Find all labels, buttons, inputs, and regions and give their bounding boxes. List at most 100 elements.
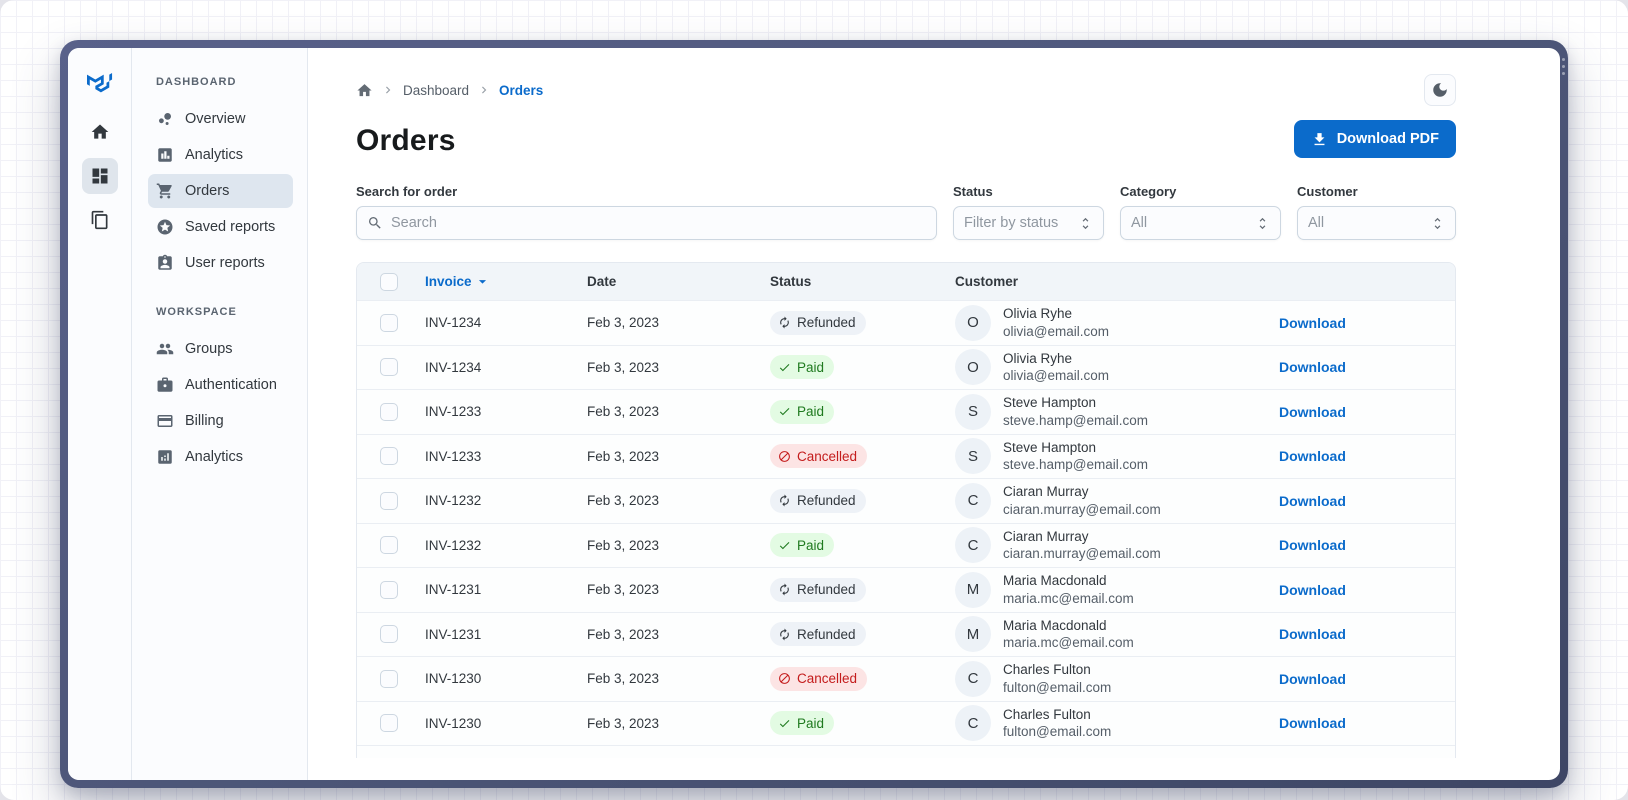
row-menu-button[interactable] — [1370, 489, 1394, 513]
download-pdf-button[interactable]: Download PDF — [1293, 120, 1456, 158]
search-input-box[interactable] — [356, 206, 937, 240]
theme-toggle-button[interactable] — [1424, 74, 1456, 106]
rail-button-dashboard-grid[interactable] — [81, 158, 118, 194]
sidebar-item-label: User reports — [185, 255, 265, 271]
bar-chart-icon — [156, 146, 174, 164]
sidebar-item-analytics[interactable]: Analytics — [148, 138, 293, 172]
row-checkbox[interactable] — [380, 447, 398, 466]
download-link[interactable]: Download — [1279, 404, 1346, 420]
window-scrollbar-dots[interactable] — [1562, 58, 1565, 75]
sidebar-item-billing[interactable]: Billing — [148, 404, 293, 438]
customer-email: steve.hamp@email.com — [1003, 412, 1149, 428]
status-chip-cancelled: Cancelled — [770, 444, 868, 469]
row-checkbox[interactable] — [380, 536, 398, 555]
sidebar-item-authentication[interactable]: Authentication — [148, 368, 293, 402]
date-cell: Feb 3, 2023 — [587, 448, 660, 464]
row-checkbox[interactable] — [380, 491, 398, 510]
table-row: INV-1231 Feb 3, 2023 Refunded M Maria Ma… — [357, 611, 1455, 656]
customer-name: Ciaran Murray — [1003, 528, 1089, 544]
unfold-chevrons-icon — [1078, 216, 1093, 231]
download-link[interactable]: Download — [1279, 715, 1346, 731]
select-all-checkbox[interactable] — [380, 272, 398, 291]
customer-email: steve.hamp@email.com — [1003, 457, 1149, 473]
row-menu-button[interactable] — [1370, 444, 1394, 468]
customer-filter-group: Customer All — [1297, 184, 1456, 240]
home-icon[interactable] — [356, 82, 373, 99]
status-chip-refunded: Refunded — [770, 577, 866, 602]
row-menu-button[interactable] — [1370, 311, 1394, 335]
breadcrumb-orders[interactable]: Orders — [499, 83, 543, 98]
column-header-status: Status — [770, 274, 812, 289]
search-label: Search for order — [356, 184, 458, 199]
row-menu-button[interactable] — [1370, 578, 1394, 602]
download-link[interactable]: Download — [1279, 626, 1346, 642]
sidebar-item-saved-reports[interactable]: Saved reports — [148, 210, 293, 244]
sidebar-section-label: DASHBOARD — [156, 76, 237, 88]
download-link[interactable]: Download — [1279, 359, 1346, 375]
column-header-invoice[interactable]: Invoice — [425, 273, 587, 290]
row-checkbox[interactable] — [380, 402, 398, 421]
sidebar-item-user-reports[interactable]: User reports — [148, 246, 293, 280]
sidebar-item-label: Authentication — [185, 377, 277, 393]
column-header-date: Date — [587, 274, 617, 289]
search-group: Search for order — [356, 184, 937, 240]
category-filter-label: Category — [1120, 184, 1177, 199]
search-input[interactable] — [391, 215, 926, 231]
block-icon — [778, 450, 791, 463]
download-link[interactable]: Download — [1279, 448, 1346, 464]
download-link[interactable]: Download — [1279, 537, 1346, 553]
date-cell: Feb 3, 2023 — [587, 493, 660, 509]
customer-name: Maria Macdonald — [1003, 617, 1107, 633]
avatar: S — [955, 438, 991, 475]
table-row: INV-1232 Feb 3, 2023 Paid C Ciaran Murra… — [357, 522, 1455, 567]
filters-row: Search for order Status Filter by status — [356, 184, 1456, 240]
autorenew-icon — [778, 316, 791, 329]
row-checkbox[interactable] — [380, 580, 398, 599]
avatar: C — [955, 705, 991, 742]
row-checkbox[interactable] — [380, 313, 398, 332]
customer-name: Steve Hampton — [1003, 395, 1097, 411]
title-row: Orders Download PDF — [356, 120, 1456, 158]
row-menu-button[interactable] — [1370, 400, 1394, 424]
status-cell: Cancelled — [770, 666, 955, 691]
status-chip-paid: Paid — [770, 355, 835, 380]
table-row: INV-1234 Feb 3, 2023 Refunded O Olivia R… — [357, 300, 1455, 345]
mui-logo[interactable] — [81, 64, 119, 102]
row-checkbox[interactable] — [380, 625, 398, 644]
row-menu-button[interactable] — [1370, 622, 1394, 646]
shopping-cart-icon — [156, 182, 174, 200]
date-cell: Feb 3, 2023 — [587, 626, 660, 642]
breadcrumb-dashboard[interactable]: Dashboard — [403, 83, 469, 98]
date-cell: Feb 3, 2023 — [587, 359, 660, 375]
table-row: INV-1233 Feb 3, 2023 Cancelled S Steve H… — [357, 433, 1455, 478]
rail-button-layers[interactable] — [82, 202, 118, 238]
date-cell: Feb 3, 2023 — [587, 671, 660, 687]
sidebar-item-label: Billing — [185, 413, 224, 429]
category-filter-select[interactable]: All — [1120, 206, 1281, 240]
customer-name: Steve Hampton — [1003, 439, 1097, 455]
row-checkbox[interactable] — [380, 669, 398, 688]
invoice-cell: INV-1232 — [425, 493, 482, 509]
avatar: O — [955, 349, 991, 386]
status-filter-select[interactable]: Filter by status — [953, 206, 1104, 240]
dashboard-grid-icon — [90, 166, 110, 186]
avatar: M — [955, 616, 991, 653]
download-link[interactable]: Download — [1279, 582, 1346, 598]
row-menu-button[interactable] — [1370, 711, 1394, 735]
status-chip-cancelled: Cancelled — [770, 666, 868, 691]
home-icon — [90, 122, 110, 142]
row-menu-button[interactable] — [1370, 667, 1394, 691]
sidebar-item-analytics[interactable]: Analytics — [148, 440, 293, 474]
row-menu-button[interactable] — [1370, 355, 1394, 379]
download-link[interactable]: Download — [1279, 671, 1346, 687]
download-link[interactable]: Download — [1279, 315, 1346, 331]
sidebar-item-overview[interactable]: Overview — [148, 102, 293, 136]
download-link[interactable]: Download — [1279, 493, 1346, 509]
sidebar-item-orders[interactable]: Orders — [148, 174, 293, 208]
row-checkbox[interactable] — [380, 358, 398, 377]
rail-button-home[interactable] — [82, 114, 118, 150]
sidebar-item-groups[interactable]: Groups — [148, 332, 293, 366]
customer-filter-select[interactable]: All — [1297, 206, 1456, 240]
row-checkbox[interactable] — [380, 714, 398, 733]
row-menu-button[interactable] — [1370, 533, 1394, 557]
